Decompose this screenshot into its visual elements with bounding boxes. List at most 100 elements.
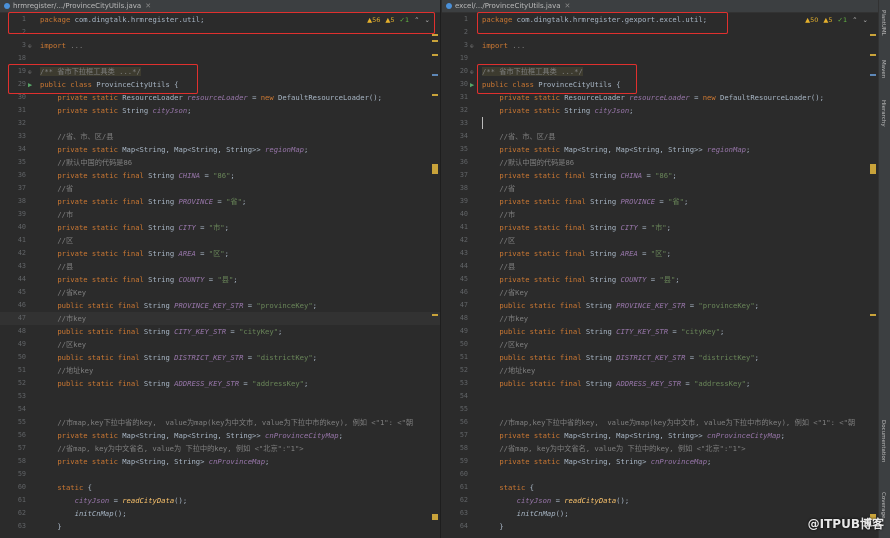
- code-text[interactable]: public static final String CITY_KEY_STR …: [482, 325, 724, 338]
- code-line[interactable]: 42 //区: [442, 234, 878, 247]
- line-number[interactable]: 51: [0, 364, 26, 377]
- line-number[interactable]: 53: [442, 377, 468, 390]
- line-number[interactable]: 37: [0, 182, 26, 195]
- line-number[interactable]: 47: [0, 312, 26, 325]
- gutter[interactable]: [28, 338, 36, 351]
- gutter[interactable]: [28, 260, 36, 273]
- gutter[interactable]: [470, 403, 478, 416]
- gutter[interactable]: [470, 520, 478, 533]
- code-text[interactable]: //省: [40, 182, 73, 195]
- line-number[interactable]: 41: [442, 221, 468, 234]
- line-number[interactable]: 19: [442, 52, 468, 65]
- code-line[interactable]: 63 }: [0, 520, 440, 533]
- code-text[interactable]: private static final String COUNTY = "县"…: [40, 273, 237, 286]
- code-line[interactable]: 44 //县: [442, 260, 878, 273]
- stripe-mark[interactable]: [432, 74, 438, 76]
- code-line[interactable]: 3 ⊕ import ...: [0, 39, 440, 52]
- line-number[interactable]: 38: [442, 182, 468, 195]
- code-text[interactable]: private static final String AREA = "区";: [40, 247, 229, 260]
- run-icon[interactable]: ▶: [470, 81, 474, 89]
- gutter[interactable]: [470, 208, 478, 221]
- code-line[interactable]: 61 static {: [442, 481, 878, 494]
- code-line[interactable]: 61 cityJson = readCityData();: [0, 494, 440, 507]
- line-number[interactable]: 2: [442, 26, 468, 39]
- gutter[interactable]: [470, 455, 478, 468]
- code-text[interactable]: private static Map<String, Map<String, S…: [482, 143, 750, 156]
- gutter[interactable]: ⊕: [470, 39, 478, 52]
- stripe-mark[interactable]: [432, 54, 438, 56]
- line-number[interactable]: 41: [0, 234, 26, 247]
- code-line[interactable]: 56 private static Map<String, Map<String…: [0, 429, 440, 442]
- line-number[interactable]: 62: [442, 494, 468, 507]
- code-text[interactable]: //地址key: [482, 364, 535, 377]
- code-text[interactable]: private static final String COUNTY = "县"…: [482, 273, 679, 286]
- code-line[interactable]: 59: [0, 468, 440, 481]
- code-line[interactable]: 52 //地址key: [442, 364, 878, 377]
- code-text[interactable]: import ...: [40, 39, 83, 52]
- chevron-down-icon[interactable]: ⌄: [863, 16, 868, 24]
- code-line[interactable]: 46 public static final String PROVINCE_K…: [0, 299, 440, 312]
- code-text[interactable]: //市key: [40, 312, 86, 325]
- line-number[interactable]: 40: [0, 221, 26, 234]
- code-line[interactable]: 51 public static final String DISTRICT_K…: [442, 351, 878, 364]
- line-number[interactable]: 40: [442, 208, 468, 221]
- line-number[interactable]: 50: [442, 338, 468, 351]
- stripe-mark[interactable]: [432, 40, 438, 42]
- code-text[interactable]: private static Map<String, Map<String, S…: [482, 429, 785, 442]
- line-number[interactable]: 59: [442, 455, 468, 468]
- code-line[interactable]: 52 public static final String ADDRESS_KE…: [0, 377, 440, 390]
- gutter[interactable]: [470, 182, 478, 195]
- line-number[interactable]: 32: [0, 117, 26, 130]
- code-text[interactable]: cityJson = readCityData();: [482, 494, 630, 507]
- gutter[interactable]: [470, 260, 478, 273]
- gutter[interactable]: [470, 130, 478, 143]
- line-number[interactable]: 58: [0, 455, 26, 468]
- gutter[interactable]: [28, 364, 36, 377]
- gutter[interactable]: [28, 143, 36, 156]
- code-text[interactable]: private static Map<String, Map<String, S…: [40, 429, 343, 442]
- code-text[interactable]: private static final String CITY = "市";: [40, 221, 229, 234]
- code-text[interactable]: public static final String DISTRICT_KEY_…: [40, 351, 317, 364]
- line-number[interactable]: 30: [442, 78, 468, 91]
- code-line[interactable]: 62 cityJson = readCityData();: [442, 494, 878, 507]
- line-number[interactable]: 54: [0, 403, 26, 416]
- line-number[interactable]: 37: [442, 169, 468, 182]
- code-line[interactable]: 58 private static Map<String, String> cn…: [0, 455, 440, 468]
- gutter[interactable]: [28, 481, 36, 494]
- code-line[interactable]: 37 private static final String CHINA = "…: [442, 169, 878, 182]
- gutter[interactable]: [470, 156, 478, 169]
- code-line[interactable]: 45 //省Key: [0, 286, 440, 299]
- gutter[interactable]: [470, 117, 478, 130]
- code-text[interactable]: static {: [40, 481, 92, 494]
- code-text[interactable]: private static Map<String, Map<String, S…: [40, 143, 308, 156]
- right-inspection-widget[interactable]: ▲50 ▲5 ✓1 ⌃ ⌄: [805, 16, 868, 24]
- gutter[interactable]: [28, 390, 36, 403]
- line-number[interactable]: 63: [442, 507, 468, 520]
- code-line[interactable]: 53 public static final String ADDRESS_KE…: [442, 377, 878, 390]
- gutter[interactable]: [28, 403, 36, 416]
- code-line[interactable]: 53: [0, 390, 440, 403]
- gutter[interactable]: [28, 468, 36, 481]
- code-text[interactable]: public static final String PROVINCE_KEY_…: [40, 299, 317, 312]
- code-text[interactable]: cityJson = readCityData();: [40, 494, 188, 507]
- line-number[interactable]: 60: [442, 468, 468, 481]
- line-number[interactable]: 62: [0, 507, 26, 520]
- gutter[interactable]: [470, 273, 478, 286]
- code-line[interactable]: 48 public static final String CITY_KEY_S…: [0, 325, 440, 338]
- line-number[interactable]: 47: [442, 299, 468, 312]
- line-number[interactable]: 42: [0, 247, 26, 260]
- line-number[interactable]: 64: [442, 520, 468, 533]
- gutter[interactable]: [28, 429, 36, 442]
- fold-icon[interactable]: ⊕: [470, 43, 474, 50]
- gutter[interactable]: [28, 455, 36, 468]
- line-number[interactable]: 32: [442, 104, 468, 117]
- line-number[interactable]: 46: [442, 286, 468, 299]
- code-line[interactable]: 39 private static final String PROVINCE …: [442, 195, 878, 208]
- gutter[interactable]: [470, 507, 478, 520]
- documentation-tool-button[interactable]: Documentation: [880, 420, 886, 462]
- gutter[interactable]: [28, 208, 36, 221]
- gutter[interactable]: [470, 494, 478, 507]
- stripe-mark[interactable]: [432, 314, 438, 316]
- line-number[interactable]: 43: [0, 260, 26, 273]
- line-number[interactable]: 3: [442, 39, 468, 52]
